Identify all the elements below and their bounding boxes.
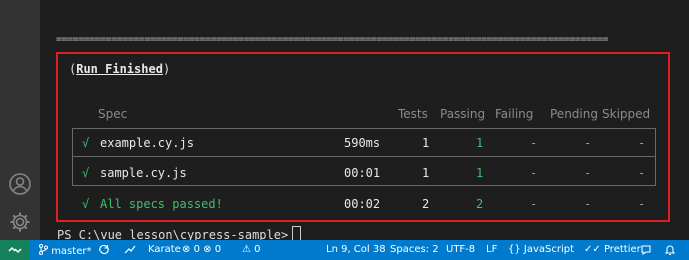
activity-bar	[0, 0, 40, 240]
info-status[interactable]: ⚠ 0	[242, 244, 261, 255]
git-branch-icon	[39, 244, 48, 255]
karate-status[interactable]: Karate	[148, 244, 181, 255]
language-label: JavaScript	[523, 244, 575, 255]
line-ending[interactable]: LF	[486, 244, 497, 255]
account-icon[interactable]	[8, 172, 32, 196]
info-icon: ⚠	[242, 244, 251, 255]
row-pending: -	[584, 136, 592, 150]
header-passing: Passing	[440, 107, 486, 121]
prettier-status[interactable]: ✓✓ Prettier	[584, 244, 641, 255]
summary-tests: 2	[422, 197, 430, 211]
problems-status[interactable]: ⊗ 0 ⊗ 0	[182, 244, 221, 255]
error-icon: ⊗	[182, 244, 191, 255]
warning-count: 0	[214, 244, 222, 255]
status-bar: master* Karate ⊗ 0 ⊗ 0 ⚠ 0 Ln 9, Col 38 …	[0, 240, 689, 260]
separator-line: ========================================…	[56, 34, 609, 42]
header-tests: Tests	[398, 107, 428, 121]
row-spec: example.cy.js	[100, 136, 194, 150]
header-failing: Failing	[495, 107, 534, 121]
row-spec: sample.cy.js	[100, 166, 187, 180]
branch-status[interactable]: master*	[38, 244, 91, 257]
row-failing: -	[530, 136, 538, 150]
settings-gear-icon[interactable]	[8, 210, 32, 234]
run-finished-text: Run Finished	[76, 62, 163, 76]
sync-icon[interactable]	[98, 244, 110, 258]
row-failing: -	[530, 166, 538, 180]
run-close-paren: )	[162, 62, 171, 76]
summary-time: 00:02	[344, 197, 381, 211]
braces-icon: {}	[508, 244, 521, 255]
row-check-icon: √	[82, 166, 90, 180]
row-time: 00:01	[344, 166, 381, 180]
info-count: 0	[254, 244, 261, 255]
double-check-icon: ✓✓	[584, 244, 601, 255]
summary-skipped: -	[638, 197, 646, 211]
language-status[interactable]: {} JavaScript	[508, 244, 574, 255]
summary-failing: -	[530, 197, 538, 211]
run-finished-heading: (Run Finished)	[69, 62, 170, 76]
summary-check-icon: √	[82, 197, 90, 211]
header-pending: Pending	[550, 107, 598, 121]
row-tests: 1	[422, 166, 430, 180]
row-tests: 1	[422, 136, 430, 150]
feedback-icon[interactable]	[640, 244, 652, 259]
summary-passing: 2	[476, 197, 484, 211]
header-skipped: Skipped	[602, 107, 651, 121]
summary-text: All specs passed!	[100, 197, 223, 211]
live-share-icon[interactable]	[124, 244, 136, 258]
row-passing: 1	[476, 136, 484, 150]
notifications-bell-icon[interactable]	[664, 244, 676, 259]
branch-label: master*	[51, 246, 92, 257]
row-time: 590ms	[344, 136, 381, 150]
row-skipped: -	[638, 136, 646, 150]
indentation[interactable]: Spaces: 2	[390, 244, 439, 255]
terminal-panel[interactable]: ========================================…	[40, 0, 689, 242]
warning-icon: ⊗	[203, 244, 212, 255]
terminal-cursor	[292, 226, 302, 241]
cursor-position[interactable]: Ln 9, Col 38	[326, 244, 386, 255]
row-skipped: -	[638, 166, 646, 180]
header-spec: Spec	[98, 107, 128, 121]
row-divider	[73, 156, 655, 157]
remote-icon	[8, 246, 22, 254]
row-check-icon: √	[82, 136, 90, 150]
prettier-label: Prettier	[603, 244, 641, 255]
remote-indicator[interactable]	[0, 240, 30, 260]
row-pending: -	[584, 166, 592, 180]
error-count: 0	[193, 244, 200, 255]
summary-pending: -	[584, 197, 592, 211]
encoding[interactable]: UTF-8	[446, 244, 475, 255]
row-passing: 1	[476, 166, 484, 180]
